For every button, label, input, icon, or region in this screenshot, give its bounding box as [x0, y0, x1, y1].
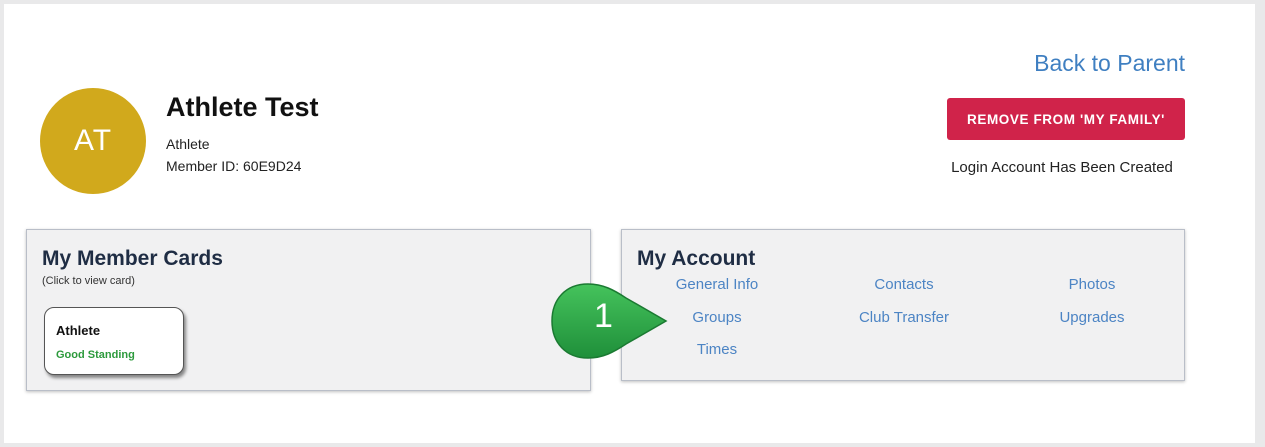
- my-account-title: My Account: [637, 247, 756, 270]
- member-card-title: Athlete: [56, 323, 101, 338]
- contacts-link[interactable]: Contacts: [874, 276, 933, 293]
- member-card[interactable]: Athlete Good Standing: [44, 307, 184, 375]
- remove-from-family-button[interactable]: REMOVE FROM 'MY FAMILY': [947, 98, 1185, 140]
- back-to-parent-link[interactable]: Back to Parent: [1034, 50, 1185, 77]
- page-frame: Back to Parent AT Athlete Test Athlete M…: [4, 4, 1255, 443]
- member-card-status: Good Standing: [56, 349, 135, 361]
- athlete-role: Athlete: [166, 136, 210, 152]
- photos-link[interactable]: Photos: [1069, 276, 1116, 293]
- times-link[interactable]: Times: [697, 341, 737, 358]
- upgrades-link[interactable]: Upgrades: [1059, 309, 1124, 326]
- callout-arrow-badge: 1: [548, 280, 690, 362]
- callout-number: 1: [594, 297, 613, 335]
- athlete-name: Athlete Test: [166, 92, 319, 122]
- avatar: AT: [40, 88, 146, 194]
- login-status-text: Login Account Has Been Created: [951, 159, 1173, 176]
- callout-arrow-icon: [551, 283, 668, 359]
- club-transfer-link[interactable]: Club Transfer: [859, 309, 949, 326]
- member-cards-panel: My Member Cards (Click to view card) Ath…: [26, 229, 591, 391]
- member-id: Member ID: 60E9D24: [166, 158, 302, 174]
- member-cards-subtitle: (Click to view card): [42, 275, 135, 287]
- member-cards-title: My Member Cards: [42, 247, 223, 270]
- groups-link[interactable]: Groups: [692, 309, 741, 326]
- my-account-panel: My Account General Info Contacts Photos …: [621, 229, 1185, 381]
